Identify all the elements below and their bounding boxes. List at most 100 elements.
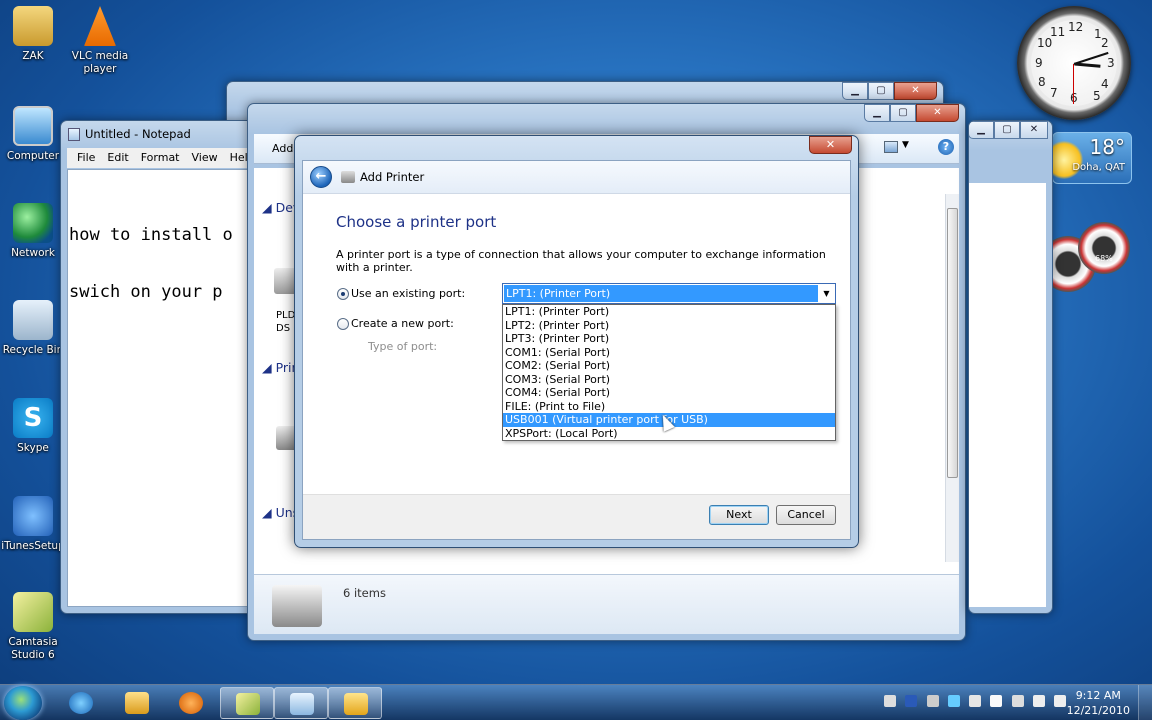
clock-number: 2	[1101, 36, 1109, 50]
desktop-icon-label: Camtasia Studio 6	[8, 636, 58, 661]
add-device-button[interactable]: Add	[272, 142, 293, 155]
taskbar-devices-printers[interactable]	[328, 687, 382, 719]
chevron-down-icon[interactable]: ▼	[902, 140, 909, 150]
port-option[interactable]: COM3: (Serial Port)	[503, 373, 835, 387]
desktop-icon-camtasia[interactable]: Camtasia Studio 6	[0, 592, 66, 662]
desktop-icon-label: Network	[11, 247, 55, 259]
cpu-meter-gadget[interactable]: 68%	[1040, 222, 1132, 302]
maximize-button[interactable]: ▢	[994, 121, 1020, 139]
vlc-icon	[84, 6, 116, 46]
clock-number: 8	[1038, 75, 1046, 89]
taskbar-camtasia[interactable]	[220, 687, 274, 719]
desktop-icon-itunes[interactable]: iTunesSetup	[0, 496, 66, 553]
next-button[interactable]: Next	[709, 505, 769, 525]
taskbar-clock[interactable]: 9:12 AM 12/21/2010	[1067, 688, 1130, 718]
desktop-icon-label: Recycle Bin	[2, 344, 64, 356]
start-button[interactable]	[4, 686, 42, 720]
dialog-close-button[interactable]: ✕	[809, 136, 852, 154]
window-caption-buttons: ▁ ▢ ✕	[842, 82, 937, 100]
battery-icon[interactable]	[1012, 695, 1024, 707]
vertical-scrollbar[interactable]	[945, 194, 959, 562]
desktop-icon-computer[interactable]: Computer	[0, 106, 66, 163]
clock-number: 11	[1050, 25, 1066, 39]
weather-city: Doha, QAT	[1072, 162, 1125, 173]
existing-port-combobox[interactable]: LPT1: (Printer Port) ▼	[502, 283, 836, 304]
close-button[interactable]: ✕	[916, 104, 959, 122]
tray-arrow-icon[interactable]	[884, 695, 896, 707]
view-options-icon[interactable]	[884, 141, 898, 153]
show-desktop-button[interactable]	[1138, 685, 1152, 720]
create-new-port-label[interactable]: Create a new port:	[351, 317, 454, 330]
clock-gadget[interactable]: 12 1 2 3 4 5 6 7 8 9 10 11	[1017, 6, 1131, 120]
minimize-button[interactable]: ▁	[969, 121, 994, 139]
clock-time: 9:12 AM	[1075, 689, 1121, 702]
port-option[interactable]: FILE: (Print to File)	[503, 400, 835, 414]
details-pane: 6 items	[254, 574, 959, 634]
clock-number: 5	[1093, 89, 1101, 103]
maximize-button[interactable]: ▢	[868, 82, 894, 100]
desktop-icon-network[interactable]: Network	[0, 203, 66, 260]
weather-temperature: 18°	[1089, 135, 1125, 159]
port-option[interactable]: LPT2: (Printer Port)	[503, 319, 835, 333]
port-option[interactable]: COM4: (Serial Port)	[503, 386, 835, 400]
taskbar-notepad[interactable]	[274, 687, 328, 719]
desktop-icon-vlc[interactable]: VLC media player	[67, 6, 133, 76]
port-option[interactable]: LPT3: (Printer Port)	[503, 332, 835, 346]
folder-icon	[125, 692, 149, 714]
menu-edit[interactable]: Edit	[101, 148, 134, 168]
use-existing-port-label[interactable]: Use an existing port:	[351, 287, 465, 300]
action-center-flag-icon[interactable]	[990, 695, 1002, 707]
bluetooth-icon[interactable]	[948, 695, 960, 707]
desktop-icon-zak[interactable]: ZAK	[0, 6, 66, 63]
menu-format[interactable]: Format	[135, 148, 186, 168]
minimize-button[interactable]: ▁	[864, 104, 890, 122]
back-button[interactable]: ←	[310, 166, 332, 188]
internet-explorer-icon	[69, 692, 93, 714]
meter-percent: 68%	[1095, 254, 1113, 263]
use-existing-port-radio[interactable]	[337, 288, 349, 300]
scrollbar-thumb[interactable]	[947, 208, 958, 478]
clock-number: 9	[1035, 56, 1043, 70]
recycle-bin-icon	[13, 300, 53, 340]
add-printer-dialog[interactable]: ✕ ← Add Printer Choose a printer port A …	[294, 135, 859, 548]
taskbar-media-player[interactable]	[164, 687, 218, 719]
wireless-icon[interactable]	[1033, 695, 1045, 707]
desktop-icon-recycle-bin[interactable]: Recycle Bin	[0, 300, 66, 357]
desktop-icon-skype[interactable]: S Skype	[0, 398, 66, 455]
maximize-button[interactable]: ▢	[890, 104, 916, 122]
tray-sync-icon[interactable]	[969, 695, 981, 707]
dialog-title: Add Printer	[360, 170, 425, 184]
taskbar: 9:12 AM 12/21/2010	[0, 684, 1152, 720]
item-count: 6 items	[343, 586, 386, 600]
close-button[interactable]: ✕	[894, 82, 937, 100]
skype-icon: S	[13, 398, 53, 438]
taskbar-ie[interactable]	[54, 687, 108, 719]
tray-network-icon[interactable]	[927, 695, 939, 707]
minimize-button[interactable]: ▁	[842, 82, 868, 100]
port-option[interactable]: COM1: (Serial Port)	[503, 346, 835, 360]
port-option[interactable]: LPT1: (Printer Port)	[503, 305, 835, 319]
menu-file[interactable]: File	[71, 148, 101, 168]
taskbar-explorer[interactable]	[110, 687, 164, 719]
window-caption-buttons: ▁ ▢ ✕	[864, 104, 959, 122]
clock-number: 4	[1101, 77, 1109, 91]
weather-gadget[interactable]: 18° Doha, QAT	[1045, 132, 1132, 184]
create-new-port-radio[interactable]	[337, 318, 349, 330]
explorer-window-right[interactable]: ▁ ▢ ✕	[968, 120, 1053, 614]
clock-second-hand	[1073, 64, 1074, 104]
close-button[interactable]: ✕	[1020, 121, 1048, 139]
desktop-icon-label: iTunesSetup	[1, 540, 65, 552]
help-icon[interactable]: ?	[938, 139, 954, 155]
chevron-down-icon[interactable]: ▼	[818, 284, 835, 303]
volume-icon[interactable]	[1054, 695, 1066, 707]
cancel-button[interactable]: Cancel	[776, 505, 836, 525]
notepad-title: Untitled - Notepad	[85, 127, 191, 141]
type-of-port-label: Type of port:	[368, 340, 438, 353]
itunes-icon	[13, 496, 53, 536]
tray-display-icon[interactable]	[905, 695, 917, 707]
notepad-icon	[68, 128, 80, 141]
selected-port-value: LPT1: (Printer Port)	[504, 285, 818, 302]
menu-view[interactable]: View	[186, 148, 224, 168]
page-heading: Choose a printer port	[336, 213, 497, 231]
port-option[interactable]: COM2: (Serial Port)	[503, 359, 835, 373]
